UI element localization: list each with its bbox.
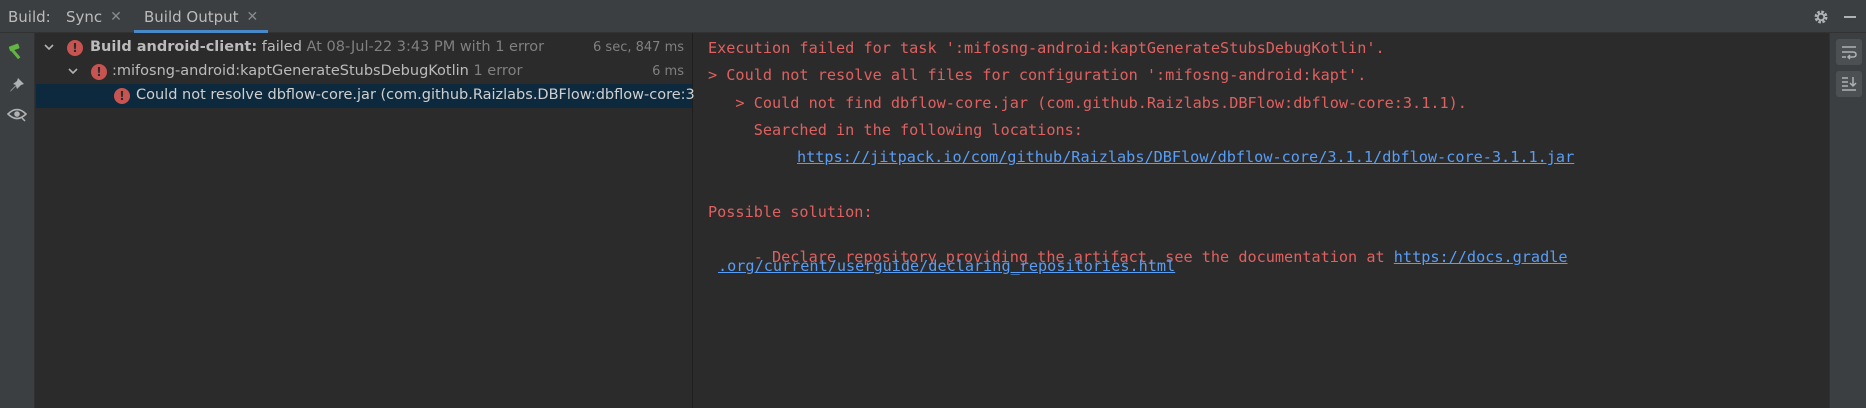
jitpack-link[interactable]: https://jitpack.io/com/github/Raizlabs/D… — [797, 148, 1574, 166]
tool-window-header: Build: Sync ✕ Build Output ✕ — [0, 0, 1866, 33]
soft-wrap-icon[interactable] — [1836, 39, 1862, 65]
build-tree: ! Build android-client: failed At 08-Jul… — [36, 33, 728, 408]
left-toolbar — [0, 33, 35, 408]
settings-icon[interactable] — [1812, 0, 1830, 33]
error-icon: ! — [114, 88, 130, 104]
console-toolbar — [1829, 33, 1866, 408]
pin-icon[interactable] — [6, 74, 28, 96]
gradle-docs-link[interactable]: https://docs.gradle — [1394, 248, 1568, 266]
tab-sync[interactable]: Sync ✕ — [66, 0, 122, 33]
gradle-docs-link-continued[interactable]: .org/current/userguide/declaring_reposit… — [718, 257, 1175, 275]
close-tab-sync-icon[interactable]: ✕ — [110, 9, 122, 25]
build-name: Build android-client: — [90, 39, 258, 55]
tab-sync-label: Sync — [66, 7, 103, 26]
error-message: Could not resolve dbflow-core.jar (com.g… — [136, 87, 729, 103]
task-duration: 6 ms — [652, 64, 684, 79]
console-line: Searched in the following locations: — [708, 121, 1083, 139]
tree-row-build[interactable]: ! Build android-client: failed At 08-Jul… — [36, 36, 692, 60]
console-line: Possible solution: — [708, 203, 873, 221]
build-status: failed — [257, 39, 302, 55]
scroll-to-end-icon[interactable] — [1836, 71, 1862, 97]
close-tab-build-output-icon[interactable]: ✕ — [247, 9, 259, 25]
task-meta: 1 error — [468, 63, 523, 79]
build-duration: 6 sec, 847 ms — [593, 40, 684, 55]
console-line: Execution failed for task ':mifosng-andr… — [708, 39, 1385, 57]
tool-window-title: Build: — [8, 8, 51, 26]
chevron-down-icon[interactable] — [42, 40, 56, 54]
hammer-icon[interactable] — [6, 41, 28, 63]
build-meta: At 08-Jul-22 3:43 PM with 1 error — [301, 39, 545, 55]
tab-build-output[interactable]: Build Output ✕ — [134, 0, 269, 33]
eye-icon[interactable] — [6, 103, 28, 125]
error-icon: ! — [91, 64, 107, 80]
chevron-down-icon[interactable] — [66, 64, 80, 78]
tree-row-error[interactable]: ! Could not resolve dbflow-core.jar (com… — [36, 84, 728, 108]
console-line: > Could not resolve all files for config… — [708, 66, 1367, 84]
tab-build-output-label: Build Output — [144, 7, 239, 26]
error-icon: ! — [67, 40, 83, 56]
console-output[interactable]: Execution failed for task ':mifosng-andr… — [694, 33, 1829, 408]
console-line: > Could not find dbflow-core.jar (com.gi… — [708, 94, 1467, 112]
minimize-icon[interactable] — [1842, 0, 1858, 33]
task-name: :mifosng-android:kaptGenerateStubsDebugK… — [112, 63, 469, 79]
tree-row-task[interactable]: ! :mifosng-android:kaptGenerateStubsDebu… — [36, 60, 692, 84]
